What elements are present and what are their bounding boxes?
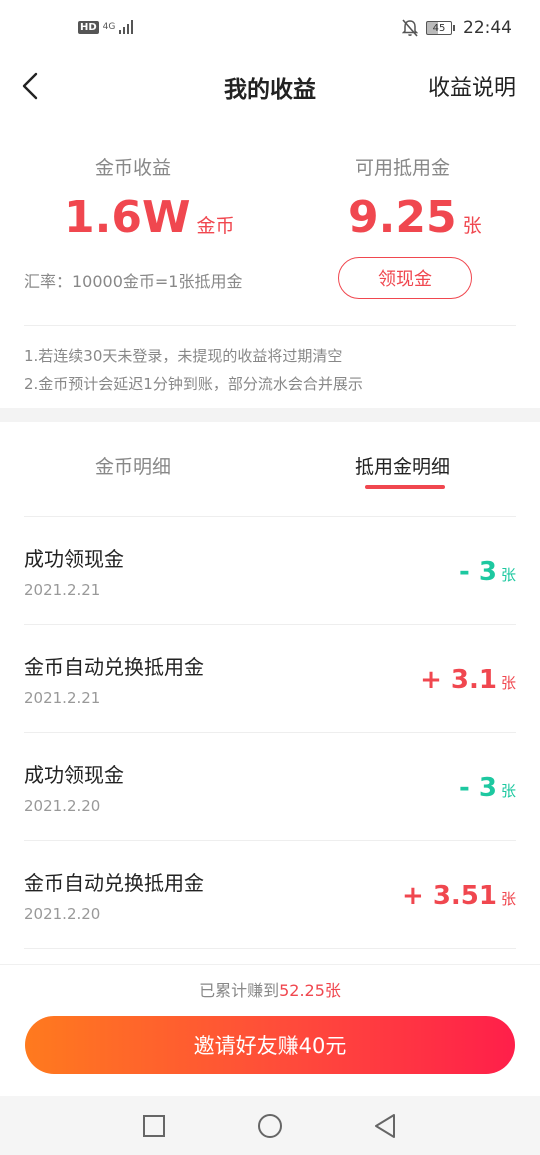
hd-badge: HD	[78, 20, 99, 34]
status-right: 45 22:44	[402, 18, 512, 38]
record-date: 2021.2.20	[24, 797, 101, 815]
signal-icon	[119, 20, 134, 34]
record-amount: - 3张	[459, 557, 516, 587]
amount-value: + 3.1	[420, 665, 497, 695]
list-item[interactable]: 成功领现金 2021.2.21 - 3张	[0, 517, 540, 625]
withdraw-cash-button[interactable]: 领现金	[338, 257, 472, 299]
record-date: 2021.2.21	[24, 689, 101, 707]
earnings-info-link[interactable]: 收益说明	[428, 70, 516, 102]
amount-value: - 3	[459, 773, 497, 803]
amount-unit: 张	[500, 782, 516, 800]
record-amount: + 3.51 张	[402, 881, 516, 911]
total-earned: 已累计赚到52.25张	[0, 977, 540, 1001]
status-bar: HD 4G 45 22:44	[0, 0, 540, 60]
circle-icon[interactable]	[255, 1111, 285, 1141]
list-item[interactable]: 金币自动兑换抵用金 2021.2.20 + 3.51 张	[0, 841, 540, 949]
coins-label: 金币收益	[95, 157, 172, 179]
vouchers-unit: 张	[462, 215, 482, 237]
record-title: 金币自动兑换抵用金	[24, 871, 204, 895]
amount-value: + 3.51	[401, 881, 497, 911]
total-prefix: 已累计赚到	[199, 981, 280, 1000]
divider	[24, 325, 516, 326]
record-title: 成功领现金	[24, 547, 124, 571]
coins-unit: 金币	[196, 215, 235, 237]
record-title: 成功领现金	[24, 763, 124, 787]
list-item[interactable]: 金币自动兑换抵用金 2021.2.21 + 3.1 张	[0, 625, 540, 733]
record-amount: + 3.1 张	[420, 665, 516, 695]
total-value: 52.25张	[279, 981, 341, 1000]
app-header: 我的收益 收益说明	[0, 60, 540, 112]
invite-friends-button[interactable]: 邀请好友赚40元	[25, 1016, 515, 1074]
coins-balance: 1.6W 金币	[64, 193, 235, 251]
bell-off-icon	[402, 19, 418, 37]
section-separator	[0, 408, 540, 422]
network-type: 4G	[102, 21, 116, 32]
record-date: 2021.2.21	[24, 581, 101, 599]
tab-coin-details[interactable]: 金币明细	[95, 452, 171, 479]
record-title: 金币自动兑换抵用金	[24, 655, 204, 679]
amount-value: - 3	[459, 557, 497, 587]
note-item: 1.若连续30天未登录，未提现的收益将过期清空	[24, 347, 343, 365]
notes: 1.若连续30天未登录，未提现的收益将过期清空 2.金币预计会延迟1分钟到账，部…	[24, 342, 363, 398]
note-item: 2.金币预计会延迟1分钟到账，部分流水会合并展示	[24, 375, 363, 393]
status-left: HD 4G	[78, 20, 135, 34]
vouchers-balance: 9.25 张	[348, 193, 482, 251]
amount-unit: 张	[500, 566, 516, 584]
battery-level: 45	[426, 21, 452, 35]
record-amount: - 3张	[459, 773, 516, 803]
vouchers-label: 可用抵用金	[355, 157, 451, 179]
vouchers-value: 9.25	[348, 192, 457, 243]
coins-value: 1.6W	[64, 192, 191, 243]
list-item[interactable]: 成功领现金 2021.2.20 - 3张	[0, 733, 540, 841]
exchange-rate: 汇率：10000金币=1张抵用金	[24, 272, 243, 291]
system-nav-bar	[0, 1096, 540, 1155]
amount-unit: 张	[500, 674, 516, 692]
tab-voucher-details[interactable]: 抵用金明细	[355, 452, 450, 479]
record-date: 2021.2.20	[24, 905, 101, 923]
clock: 22:44	[463, 18, 512, 38]
triangle-back-icon[interactable]	[370, 1111, 400, 1141]
square-icon[interactable]	[139, 1111, 169, 1141]
battery-icon: 45	[426, 21, 455, 35]
amount-unit: 张	[500, 890, 516, 908]
row-divider	[24, 948, 516, 949]
active-tab-indicator	[365, 485, 445, 489]
